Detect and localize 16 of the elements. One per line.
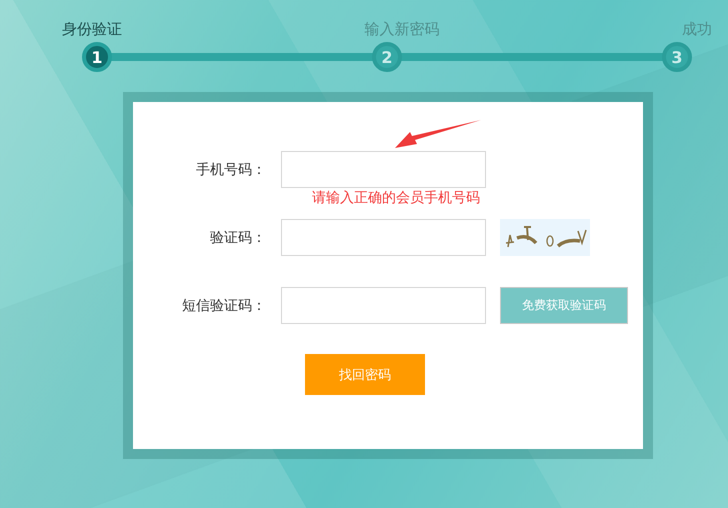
submit-button[interactable]: 找回密码	[305, 354, 425, 395]
step-label: 成功	[682, 19, 712, 40]
input-field[interactable]	[281, 287, 486, 324]
get-code-button[interactable]: 免费获取验证码	[500, 287, 628, 324]
field-label: 验证码：	[209, 228, 266, 246]
input-field[interactable]	[281, 219, 486, 256]
error-message: 请输入正确的会员手机号码	[312, 189, 480, 207]
step-number: 2	[372, 42, 402, 72]
arrow-icon	[395, 120, 481, 150]
step-label: 输入新密码	[364, 19, 440, 40]
input-field[interactable]	[281, 151, 486, 188]
step-label: 身份验证	[62, 19, 122, 40]
step-number: 1	[82, 42, 112, 72]
field-label: 短信验证码：	[181, 296, 266, 314]
step-number: 3	[662, 42, 692, 72]
field-label: 手机号码：	[195, 160, 266, 178]
